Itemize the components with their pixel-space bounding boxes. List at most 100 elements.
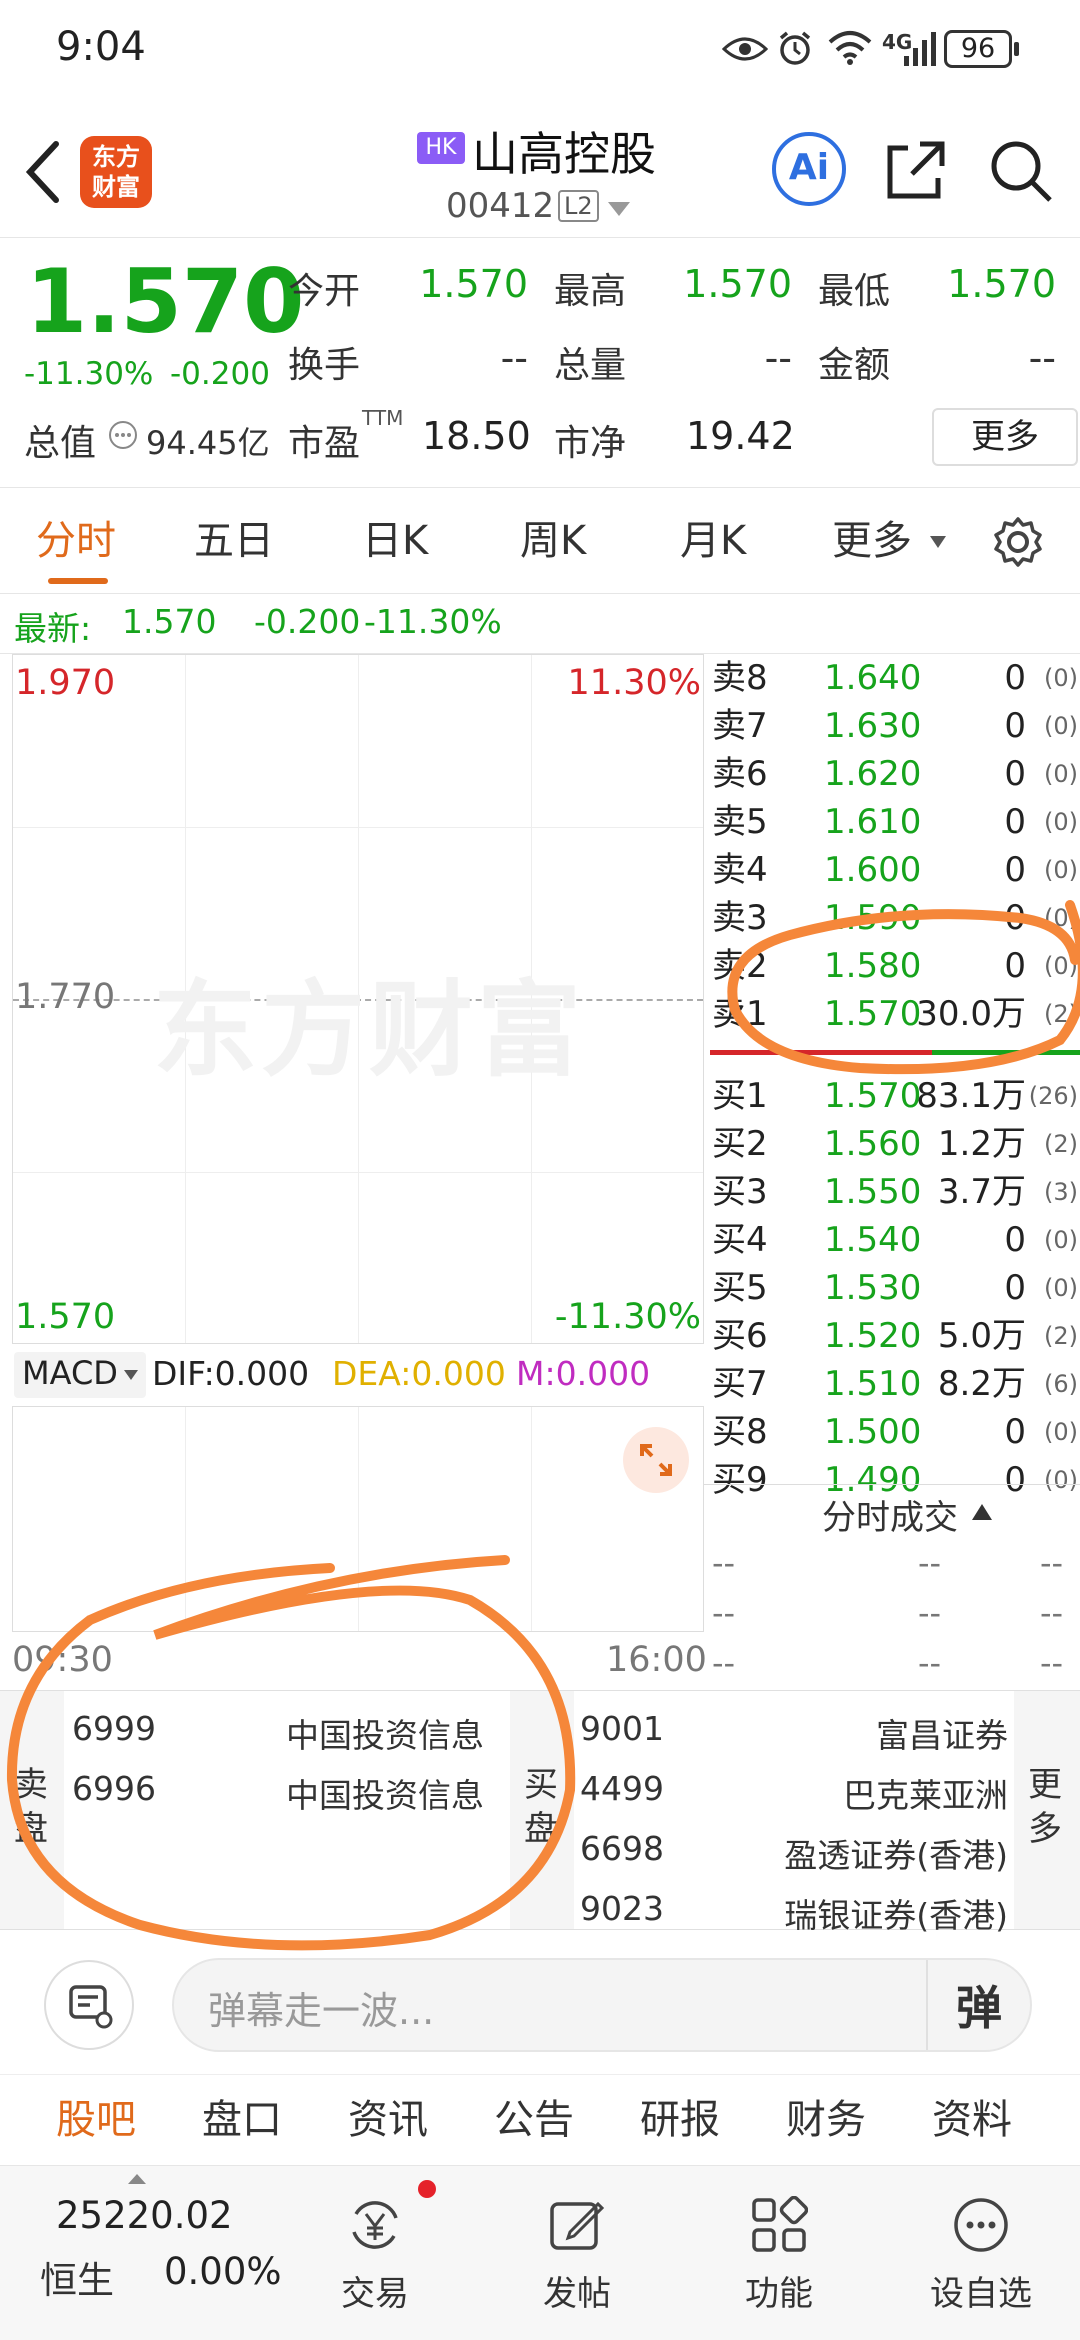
trade-time: -- (712, 1594, 736, 1632)
pe-ttm-superscript: TTM (362, 406, 404, 430)
order-book: 卖8 1.640 0 (0) 卖7 1.630 0 (0) 卖6 1.620 0 (0) 卖5 1.610… (704, 654, 1080, 1500)
grid-line (358, 1407, 359, 1631)
nav-post[interactable]: 发帖 (502, 2166, 652, 2340)
notification-dot (418, 2180, 436, 2198)
ask-level-price: 1.590 (824, 898, 922, 938)
market-cap-value: 94.45亿 (146, 424, 270, 462)
level-badge[interactable]: L2 (558, 190, 599, 222)
bid-level-count: (0) (1044, 1274, 1078, 1302)
ask-level-row[interactable]: 卖8 1.640 0 (0) (704, 654, 1080, 702)
broker-more-button[interactable]: 更 多 (1014, 1691, 1080, 1929)
chart-top-percent: 11.30% (567, 663, 701, 703)
danmaku-input[interactable]: 弹幕走一波... 弹 (172, 1958, 1032, 2052)
search-icon[interactable] (988, 138, 1054, 204)
ask-level-row[interactable]: 卖4 1.600 0 (0) (704, 846, 1080, 894)
grid-line (13, 827, 703, 828)
trades-title[interactable]: 分时成交 (822, 1490, 958, 1539)
ai-assistant-button[interactable]: Ai (772, 132, 846, 206)
ask-level-label: 卖4 (712, 850, 768, 890)
nav-add-watchlist[interactable]: 设自选 (906, 2166, 1056, 2340)
battery-level: 96 (960, 33, 996, 64)
sort-up-icon[interactable] (972, 1504, 992, 1520)
ask-level-label: 卖7 (712, 706, 768, 746)
broker-queue[interactable]: 卖 盘 6999 中国投资信息 6996 中国投资信息 买 盘 9001 富昌证… (0, 1690, 1080, 1935)
latest-quote-line: 最新: 1.570 -0.200 -11.30% (0, 594, 1080, 654)
bid-level-row[interactable]: 买6 1.520 5.0万 (2) (704, 1312, 1080, 1360)
ask-level-row[interactable]: 卖1 1.570 30.0万 (2) (704, 990, 1080, 1038)
tab-five-day[interactable]: 五日 (194, 488, 274, 594)
danmaku-toggle-icon[interactable]: 弹 (956, 1972, 1002, 2038)
ask-level-count: (0) (1044, 712, 1078, 740)
tab-weekly-k[interactable]: 周K (520, 488, 586, 594)
back-arrow-icon[interactable] (22, 140, 62, 204)
bid-level-price: 1.540 (824, 1220, 922, 1260)
tab-monthly-k[interactable]: 月K (680, 488, 746, 594)
bid-level-count: (3) (1044, 1178, 1078, 1206)
tab-financials[interactable]: 财务 (786, 2075, 866, 2165)
ask-level-row[interactable]: 卖2 1.580 0 (0) (704, 942, 1080, 990)
danmaku-settings-button[interactable] (44, 1960, 134, 2050)
grid-line (13, 1172, 703, 1173)
info-dots-icon[interactable] (108, 420, 138, 450)
bid-level-price: 1.570 (824, 1076, 922, 1116)
more-caret-icon[interactable] (930, 536, 946, 548)
macd-selector[interactable]: MACD (14, 1352, 146, 1398)
ask-level-label: 卖3 (712, 898, 768, 938)
settings-gear-icon[interactable] (992, 516, 1044, 568)
ask-level-price: 1.570 (824, 994, 922, 1034)
bid-level-row[interactable]: 买8 1.500 0 (0) (704, 1408, 1080, 1456)
macd-selector-label: MACD (22, 1354, 118, 1392)
tab-more[interactable]: 更多 (832, 488, 912, 594)
bid-level-count: (2) (1044, 1322, 1078, 1350)
tick-trades[interactable]: 分时成交 -- -- -- -- -- -- -- -- -- (704, 1484, 1080, 1690)
latest-change: -0.200 (254, 602, 361, 641)
intraday-chart[interactable]: 东方财富 1.970 11.30% 1.770 1.570 -11.30% (12, 654, 704, 1344)
bid-level-row[interactable]: 买5 1.530 0 (0) (704, 1264, 1080, 1312)
macd-dea: DEA:0.000 (332, 1354, 506, 1393)
stock-code: 00412 (446, 186, 555, 226)
ask-level-volume: 0 (1004, 946, 1026, 986)
bid-level-row[interactable]: 买1 1.570 83.1万 (26) (704, 1072, 1080, 1120)
buy-broker-code: 9023 (580, 1889, 664, 1928)
share-icon[interactable] (884, 138, 948, 202)
tab-daily-k[interactable]: 日K (362, 488, 428, 594)
macd-chart[interactable] (12, 1406, 704, 1632)
bid-level-row[interactable]: 买7 1.510 8.2万 (6) (704, 1360, 1080, 1408)
nav-functions[interactable]: 功能 (704, 2166, 854, 2340)
pe-label: 市盈 (288, 423, 361, 464)
expand-chart-button[interactable] (623, 1427, 689, 1493)
ask-level-volume: 0 (1004, 754, 1026, 794)
content-tabs: 股吧 盘口 资讯 公告 研报 财务 资料 (0, 2075, 1080, 2165)
bid-level-count: (0) (1044, 1418, 1078, 1446)
tab-handicap[interactable]: 盘口 (202, 2075, 282, 2165)
tab-news[interactable]: 资讯 (348, 2075, 428, 2165)
stock-name[interactable]: 山高控股 (472, 118, 656, 184)
trade-volume: -- (1040, 1544, 1064, 1582)
buy-side-label: 买 盘 (510, 1691, 574, 1929)
macd-dif: DIF:0.000 (152, 1354, 310, 1393)
ask-level-row[interactable]: 卖5 1.610 0 (0) (704, 798, 1080, 846)
quote-panel: 1.570 -11.30% -0.200 今开 1.570 最高 1.570 最… (0, 238, 1080, 488)
ask-level-row[interactable]: 卖7 1.630 0 (0) (704, 702, 1080, 750)
bid-level-row[interactable]: 买3 1.550 3.7万 (3) (704, 1168, 1080, 1216)
compose-icon (550, 2201, 605, 2250)
ask-level-row[interactable]: 卖6 1.620 0 (0) (704, 750, 1080, 798)
tab-profile[interactable]: 资料 (932, 2075, 1012, 2165)
wifi-icon (828, 31, 872, 65)
ask-level-label: 卖6 (712, 754, 768, 794)
more-quote-button[interactable]: 更多 (932, 408, 1078, 466)
time-axis-end: 16:00 (606, 1640, 707, 1680)
nav-trade[interactable]: 交易 (300, 2166, 450, 2340)
bid-level-row[interactable]: 买4 1.540 0 (0) (704, 1216, 1080, 1264)
ask-level-row[interactable]: 卖3 1.590 0 (0) (704, 894, 1080, 942)
tab-announcements[interactable]: 公告 (494, 2075, 574, 2165)
macd-m: M:0.000 (516, 1354, 651, 1393)
index-ticker[interactable]: 25220.02 恒生 0.00% (0, 2166, 282, 2340)
tab-forum[interactable]: 股吧 (56, 2075, 136, 2165)
buy-broker-name: 富昌证券 (876, 1716, 1008, 1755)
trade-icon (352, 2201, 398, 2249)
dropdown-caret-icon[interactable] (608, 202, 630, 216)
tab-research[interactable]: 研报 (640, 2075, 720, 2165)
bid-level-row[interactable]: 买2 1.560 1.2万 (2) (704, 1120, 1080, 1168)
low-label: 最低 (818, 271, 891, 312)
